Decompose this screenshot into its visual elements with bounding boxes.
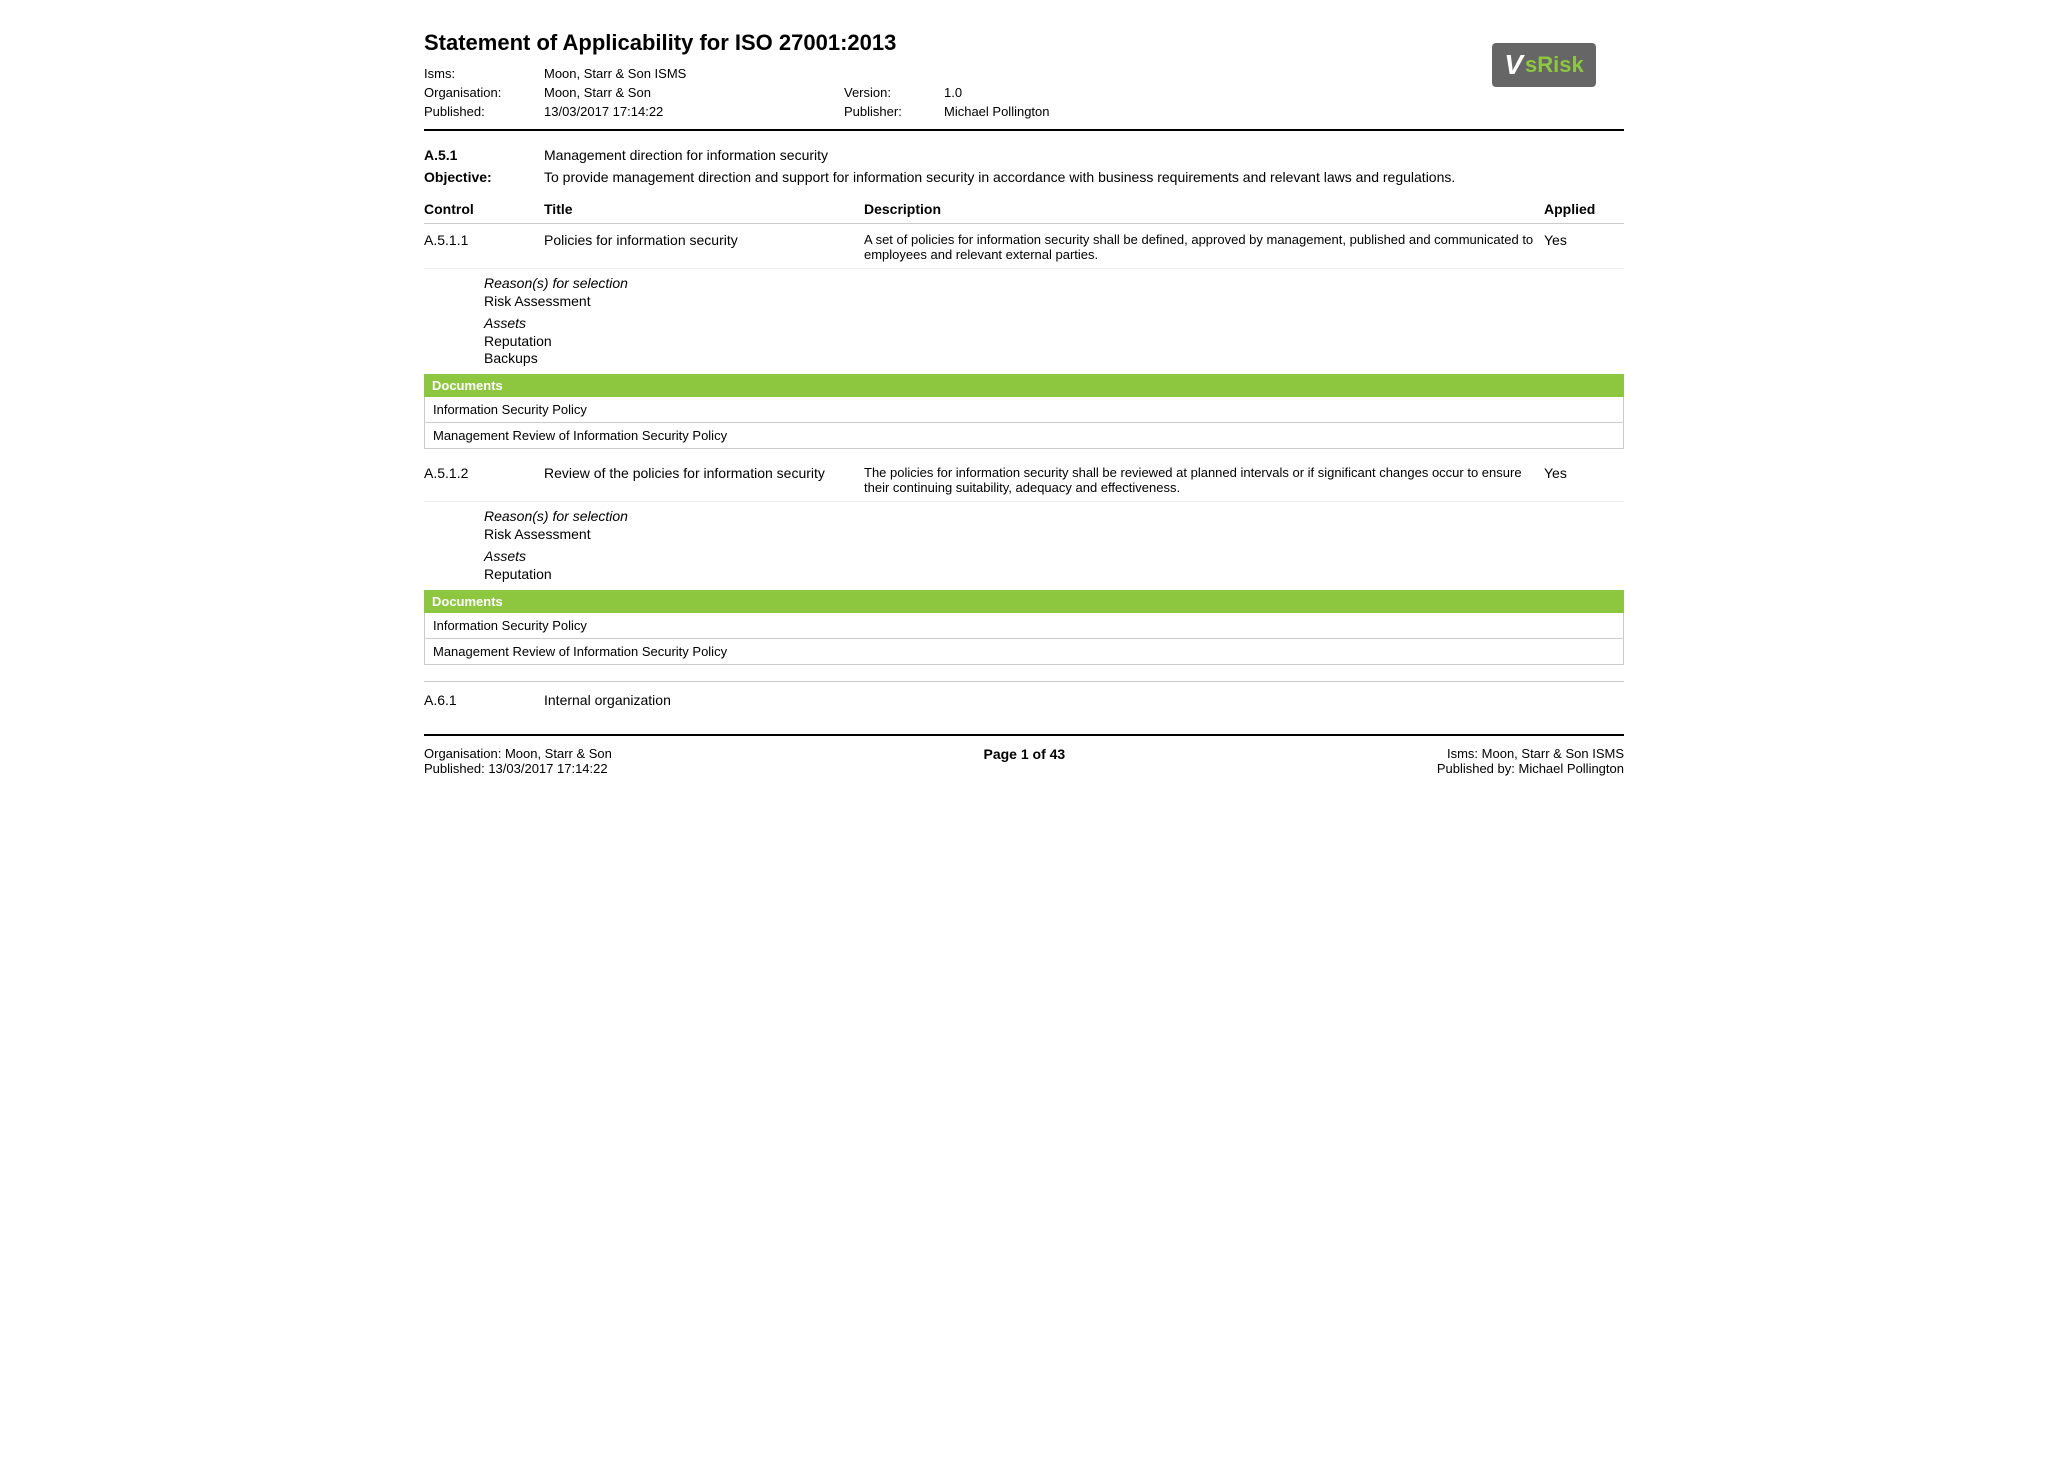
objective-text: To provide management direction and supp… — [544, 169, 1624, 185]
section-a51-header: A.5.1 Management direction for informati… — [424, 147, 1624, 163]
logo: V sRisk — [1492, 43, 1595, 87]
control-a512-title: Review of the policies for information s… — [544, 465, 864, 481]
footer-isms-value: Moon, Starr & Son ISMS — [1482, 746, 1624, 761]
control-a511-asset-0: Reputation — [424, 333, 1624, 349]
control-a512-reasons-label: Reason(s) for selection — [424, 508, 1624, 524]
control-a512-row: A.5.1.2 Review of the policies for infor… — [424, 459, 1624, 502]
control-a511-row: A.5.1.1 Policies for information securit… — [424, 226, 1624, 269]
footer-org-value: Moon, Starr & Son — [505, 746, 612, 761]
footer-published-by: Published by: Michael Pollington — [1437, 761, 1624, 776]
control-a512-documents-label: Documents — [424, 590, 1624, 613]
isms-value: Moon, Starr & Son ISMS — [544, 66, 844, 81]
control-a511: A.5.1.1 Policies for information securit… — [424, 226, 1624, 449]
control-a512-applied: Yes — [1544, 465, 1624, 481]
control-a511-applied: Yes — [1544, 232, 1624, 248]
control-a511-title: Policies for information security — [544, 232, 864, 248]
section-a61-title: Internal organization — [544, 692, 864, 708]
main-title: Statement of Applicability for ISO 27001… — [424, 30, 1624, 56]
page: Statement of Applicability for ISO 27001… — [384, 0, 1664, 796]
section-a51-number: A.5.1 — [424, 147, 544, 163]
control-a511-doc-0: Information Security Policy — [424, 397, 1624, 423]
control-a511-assets-label: Assets — [424, 315, 1624, 331]
col-control: Control — [424, 201, 544, 217]
control-a511-asset-1: Backups — [424, 350, 1624, 366]
header-grid: Isms: Moon, Starr & Son ISMS Organisatio… — [424, 66, 1624, 119]
control-a512-doc-1: Management Review of Information Securit… — [424, 639, 1624, 665]
footer-org: Organisation: Moon, Starr & Son — [424, 746, 612, 761]
control-a511-reason-0: Risk Assessment — [424, 293, 1624, 309]
footer-published-label: Published: — [424, 761, 488, 776]
control-a511-number: A.5.1.1 — [424, 232, 544, 248]
control-a512-assets-label: Assets — [424, 548, 1624, 564]
footer-isms: Isms: Moon, Starr & Son ISMS — [1437, 746, 1624, 761]
control-a511-desc: A set of policies for information securi… — [864, 232, 1544, 262]
header-section: Statement of Applicability for ISO 27001… — [424, 30, 1624, 131]
footer-published-by-label: Published by: — [1437, 761, 1519, 776]
page-text: Page 1 of 43 — [984, 746, 1066, 762]
footer-isms-label: Isms: — [1447, 746, 1482, 761]
col-title: Title — [544, 201, 864, 217]
logo-box: V sRisk — [1464, 30, 1624, 100]
control-a511-reasons-label: Reason(s) for selection — [424, 275, 1624, 291]
footer-published-by-value: Michael Pollington — [1518, 761, 1624, 776]
footer-center: Page 1 of 43 — [612, 746, 1437, 762]
control-a512-number: A.5.1.2 — [424, 465, 544, 481]
control-a512-desc: The policies for information security sh… — [864, 465, 1544, 495]
publisher-label: Publisher: — [844, 104, 944, 119]
control-a512-asset-0: Reputation — [424, 566, 1624, 582]
isms-label: Isms: — [424, 66, 544, 81]
control-a512-doc-0: Information Security Policy — [424, 613, 1624, 639]
version-value: 1.0 — [944, 85, 1244, 100]
footer-published: Published: 13/03/2017 17:14:22 — [424, 761, 612, 776]
control-a512: A.5.1.2 Review of the policies for infor… — [424, 459, 1624, 665]
logo-v: V — [1504, 49, 1523, 81]
table-header: Control Title Description Applied — [424, 195, 1624, 224]
logo-srisk: sRisk — [1525, 52, 1584, 78]
col-applied: Applied — [1544, 201, 1624, 217]
footer-right: Isms: Moon, Starr & Son ISMS Published b… — [1437, 746, 1624, 776]
control-a512-reason-0: Risk Assessment — [424, 526, 1624, 542]
section-a61: A.6.1 Internal organization — [424, 681, 1624, 714]
control-a511-documents-label: Documents — [424, 374, 1624, 397]
footer-left: Organisation: Moon, Starr & Son Publishe… — [424, 746, 612, 776]
published-value: 13/03/2017 17:14:22 — [544, 104, 844, 119]
footer-published-value: 13/03/2017 17:14:22 — [488, 761, 607, 776]
org-value: Moon, Starr & Son — [544, 85, 844, 100]
section-a61-number: A.6.1 — [424, 692, 544, 708]
col-description: Description — [864, 201, 1544, 217]
org-label: Organisation: — [424, 85, 544, 100]
control-a511-doc-1: Management Review of Information Securit… — [424, 423, 1624, 449]
published-label: Published: — [424, 104, 544, 119]
objective-row: Objective: To provide management directi… — [424, 169, 1624, 185]
version-label: Version: — [844, 85, 944, 100]
publisher-value: Michael Pollington — [944, 104, 1244, 119]
objective-label: Objective: — [424, 169, 544, 185]
footer: Organisation: Moon, Starr & Son Publishe… — [424, 734, 1624, 776]
section-a51-title: Management direction for information sec… — [544, 147, 828, 163]
footer-org-label: Organisation: — [424, 746, 505, 761]
